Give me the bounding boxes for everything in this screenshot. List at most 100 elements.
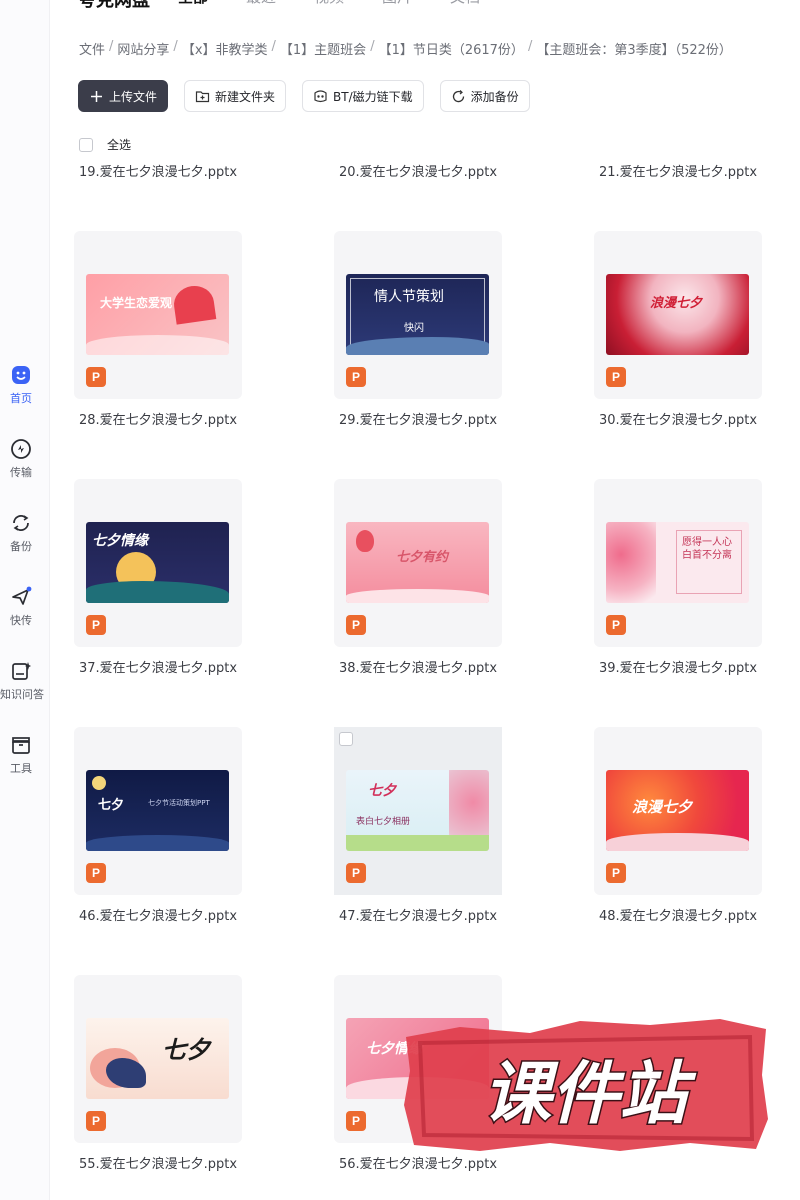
bt-magnet-button-label: BT/磁力链下载	[333, 89, 413, 104]
thumbnail-title: 愿得一人心 白首不分离	[682, 537, 732, 561]
file-card[interactable]: 大学生恋爱观 P	[74, 231, 242, 399]
thumbnail-subtitle: 七夕节活动策划PPT	[148, 799, 210, 807]
select-all[interactable]: 全选	[79, 136, 131, 153]
file-name[interactable]: 55.爱在七夕浪漫七夕.pptx	[79, 1153, 237, 1172]
breadcrumb-item[interactable]: 【1】主题班会	[280, 39, 366, 58]
file-name[interactable]: 21.爱在七夕浪漫七夕.pptx	[599, 161, 757, 180]
sidebar-item-label: 工具	[10, 762, 32, 775]
file-name[interactable]: 30.爱在七夕浪漫七夕.pptx	[599, 409, 757, 428]
sidebar-item-transfer[interactable]: 传输	[0, 438, 42, 480]
file-card[interactable]: 情人节策划 快闪 P	[334, 231, 502, 399]
breadcrumb-item[interactable]: 网站分享	[117, 39, 169, 58]
home-icon	[12, 366, 30, 384]
breadcrumb-item[interactable]: 【主题班会：第3季度】（522份）	[536, 39, 732, 58]
file-name[interactable]: 28.爱在七夕浪漫七夕.pptx	[79, 409, 237, 428]
thumbnail-title: 七夕	[368, 783, 396, 799]
file-card[interactable]: 七夕 七夕节活动策划PPT P	[74, 727, 242, 895]
ppt-file-icon: P	[606, 863, 626, 883]
tab-recent[interactable]: 最近	[246, 0, 314, 10]
knowledge-qa-icon	[12, 662, 31, 680]
ppt-file-icon: P	[86, 1111, 106, 1131]
file-name[interactable]: 20.爱在七夕浪漫七夕.pptx	[339, 161, 497, 180]
breadcrumb-item[interactable]: 【1】节日类（2617份）	[379, 39, 524, 58]
backup-icon	[13, 515, 29, 531]
ppt-file-icon: P	[606, 615, 626, 635]
tab-video[interactable]: 视频	[314, 0, 382, 10]
breadcrumb-item[interactable]: 文件	[79, 39, 105, 58]
magnet-icon	[314, 89, 327, 102]
tab-documents[interactable]: 文档	[450, 0, 518, 10]
breadcrumb: 文件 / 网站分享 / 【x】非教学类 / 【1】主题班会 / 【1】节日类（2617份…	[79, 39, 732, 58]
toolbar: 上传文件 新建文件夹 BT/磁力链下载 添加备份	[78, 80, 530, 112]
watermark-text: 课件站	[483, 1055, 697, 1134]
sidebar-item-label: 备份	[10, 540, 32, 553]
sidebar-item-knowledge-qa[interactable]: 知识问答	[0, 660, 44, 702]
thumbnail-title: 浪漫七夕	[650, 296, 703, 311]
sidebar-item-backup[interactable]: 备份	[0, 512, 42, 554]
new-folder-button-label: 新建文件夹	[215, 89, 276, 104]
file-thumbnail: 七夕有约	[346, 522, 489, 603]
select-all-checkbox[interactable]	[79, 137, 93, 152]
app-brand: 夸克网盘	[78, 0, 150, 11]
bt-magnet-button[interactable]: BT/磁力链下载	[302, 80, 424, 112]
file-thumbnail: 大学生恋爱观	[86, 274, 229, 355]
folder-plus-icon	[195, 90, 210, 102]
ppt-file-icon: P	[346, 615, 366, 635]
file-thumbnail: 七夕 表白七夕相册	[346, 770, 489, 851]
tab-images[interactable]: 图片	[382, 0, 450, 10]
file-name[interactable]: 47.爱在七夕浪漫七夕.pptx	[339, 905, 497, 924]
ppt-file-icon: P	[86, 863, 106, 883]
file-select-checkbox[interactable]	[339, 732, 353, 746]
ppt-file-icon: P	[346, 1111, 366, 1131]
ppt-file-icon: P	[86, 615, 106, 635]
file-card[interactable]: 七夕有约 P	[334, 479, 502, 647]
plus-icon	[91, 90, 102, 102]
sidebar-item-home[interactable]: 首页	[0, 364, 42, 406]
file-card[interactable]: 愿得一人心 白首不分离 P	[594, 479, 762, 647]
tools-icon	[12, 737, 30, 754]
ppt-file-icon: P	[606, 367, 626, 387]
file-card[interactable]: 七夕 P	[74, 975, 242, 1143]
top-bar: 夸克网盘 全部 最近 视频 图片 文档	[78, 0, 518, 11]
sidebar-item-tools[interactable]: 工具	[0, 734, 42, 776]
thumbnail-title: 七夕情缘	[92, 533, 148, 549]
file-thumbnail: 七夕情缘	[86, 522, 229, 603]
file-name[interactable]: 19.爱在七夕浪漫七夕.pptx	[79, 161, 237, 180]
thumbnail-title: 七夕	[98, 798, 125, 813]
sidebar: 首页 传输 备份 快传 知识问答 工具	[0, 0, 50, 1200]
thumbnail-title: 七夕	[162, 1036, 210, 1064]
file-name[interactable]: 46.爱在七夕浪漫七夕.pptx	[79, 905, 237, 924]
add-backup-button[interactable]: 添加备份	[439, 80, 530, 112]
new-folder-button[interactable]: 新建文件夹	[184, 80, 287, 112]
ppt-file-icon: P	[86, 367, 106, 387]
file-card[interactable]: 七夕情缘 P	[74, 479, 242, 647]
file-card[interactable]: 浪漫七夕 P	[594, 727, 762, 895]
upload-button[interactable]: 上传文件	[78, 80, 169, 112]
thumbnail-title: 浪漫七夕	[632, 798, 693, 816]
breadcrumb-item[interactable]: 【x】非教学类	[182, 39, 268, 58]
file-name[interactable]: 29.爱在七夕浪漫七夕.pptx	[339, 409, 497, 428]
select-all-label: 全选	[107, 138, 132, 152]
file-card[interactable]: 七夕 表白七夕相册 P	[334, 727, 502, 895]
file-thumbnail: 浪漫七夕	[606, 274, 749, 355]
sidebar-item-label: 首页	[10, 392, 32, 405]
file-name[interactable]: 48.爱在七夕浪漫七夕.pptx	[599, 905, 757, 924]
file-name[interactable]: 37.爱在七夕浪漫七夕.pptx	[79, 657, 237, 676]
sidebar-item-label: 知识问答	[0, 688, 44, 701]
sidebar-item-quick-send[interactable]: 快传	[0, 586, 42, 628]
thumbnail-subtitle: 表白七夕相册	[356, 817, 411, 827]
file-thumbnail: 七夕 七夕节活动策划PPT	[86, 770, 229, 851]
thumbnail-title: 七夕有约	[396, 550, 449, 565]
refresh-icon	[452, 89, 464, 102]
file-name[interactable]: 38.爱在七夕浪漫七夕.pptx	[339, 657, 497, 676]
transfer-icon	[11, 439, 31, 459]
file-thumbnail: 浪漫七夕	[606, 770, 749, 851]
file-thumbnail: 情人节策划 快闪	[346, 274, 489, 355]
file-name[interactable]: 39.爱在七夕浪漫七夕.pptx	[599, 657, 757, 676]
ppt-file-icon: P	[346, 367, 366, 387]
upload-button-label: 上传文件	[109, 89, 158, 104]
file-card[interactable]: 浪漫七夕 P	[594, 231, 762, 399]
tab-all[interactable]: 全部	[178, 0, 246, 10]
sidebar-item-label: 传输	[10, 466, 32, 479]
file-name[interactable]: 56.爱在七夕浪漫七夕.pptx	[339, 1153, 497, 1172]
